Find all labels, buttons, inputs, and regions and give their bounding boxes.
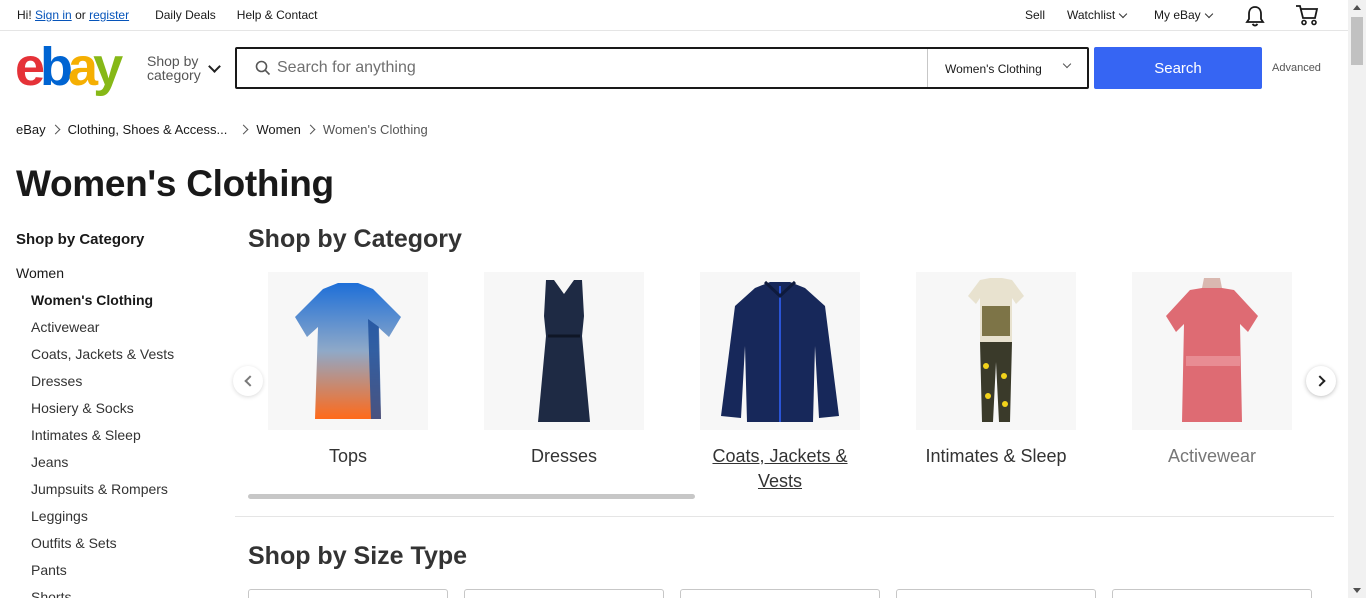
category-card-dresses[interactable]: Dresses [479,272,649,469]
chevron-down-icon [1062,59,1072,69]
shop-by-label: Shop by [147,53,199,69]
shop-by-size-type-title: Shop by Size Type [248,542,468,570]
category-select-value: Women's Clothing [945,62,1042,76]
breadcrumb-item-women[interactable]: Women [256,122,301,137]
breadcrumb-item-ebay[interactable]: eBay [16,122,46,137]
category-label-tops: Tops [328,446,368,466]
sidebar-item-jeans[interactable]: Jeans [31,454,216,481]
page-title: Women's Clothing [16,163,334,204]
my-ebay-label: My eBay [1154,8,1201,22]
top-icon [1132,272,1292,430]
sidebar-list: Women's Clothing Activewear Coats, Jacke… [16,292,216,598]
tshirt-icon [268,272,428,430]
greeting-text: Hi! [17,8,32,22]
sidebar-item-coats-jackets-vests[interactable]: Coats, Jackets & Vests [31,346,216,373]
category-card-coats-jackets-vests[interactable]: Coats, Jackets & Vests [695,272,865,494]
category-select[interactable]: Women's Clothing [927,49,1087,87]
jacket-icon [700,272,860,430]
sidebar-item-intimates-sleep[interactable]: Intimates & Sleep [31,427,216,454]
sidebar-item-womens-clothing: Women's Clothing [31,292,154,308]
chevron-down-icon [1204,9,1213,18]
sign-in-link[interactable]: Sign in [35,8,72,22]
topbar-left: Hi! Sign in or register Daily Deals Help… [17,8,318,22]
sidebar-heading: Shop by Category [16,231,145,248]
category-card-intimates-sleep[interactable]: Intimates & Sleep [911,272,1081,469]
section-divider [235,516,1334,517]
category-label-activewear: Activewear [1167,446,1257,466]
size-type-card[interactable] [1112,589,1312,598]
ebay-logo[interactable]: ebay [15,40,123,94]
search-button[interactable]: Search [1094,47,1262,89]
chevron-right-icon [50,124,61,135]
shop-by-category-title: Shop by Category [248,225,462,253]
watchlist-menu[interactable]: Watchlist [1067,8,1128,22]
chevron-left-icon [244,375,256,387]
cart-icon[interactable] [1295,4,1319,26]
scrollbar-thumb[interactable] [1351,17,1363,65]
shop-by-category-button[interactable]: Shop by category [147,54,201,82]
sidebar-item-jumpsuits-rompers[interactable]: Jumpsuits & Rompers [31,481,216,508]
sidebar-item-outfits-sets[interactable]: Outfits & Sets [31,535,216,562]
category-label-coats-jackets-vests: Coats, Jackets & Vests [712,446,848,491]
chevron-down-icon [1118,9,1128,18]
bell-icon[interactable] [1245,5,1265,27]
chevron-right-icon [305,124,316,135]
category-card-tops[interactable]: Tops [263,272,433,469]
chevron-down-icon [208,60,221,73]
sidebar-item-activewear[interactable]: Activewear [31,319,216,346]
or-text: or [75,8,86,22]
pajamas-icon [916,272,1076,430]
search-bar: Women's Clothing [235,47,1089,89]
breadcrumb-item-current: Women's Clothing [322,122,428,137]
carousel-scrollbar[interactable] [248,494,695,499]
top-utility-bar: Hi! Sign in or register Daily Deals Help… [0,0,1348,31]
carousel-next-button[interactable] [1306,366,1336,396]
sidebar-item-leggings[interactable]: Leggings [31,508,216,535]
my-ebay-menu[interactable]: My eBay [1154,8,1213,22]
dress-icon [484,272,644,430]
category-label-intimates-sleep: Intimates & Sleep [925,446,1067,466]
category-label-dresses: Dresses [530,446,597,466]
register-link[interactable]: register [89,8,129,22]
sidebar-item-dresses[interactable]: Dresses [31,373,216,400]
chevron-right-icon [1313,375,1326,387]
size-type-card[interactable] [896,589,1096,598]
advanced-search-link[interactable]: Advanced [1272,62,1321,74]
daily-deals-link[interactable]: Daily Deals [155,8,216,22]
sidebar-item-shorts[interactable]: Shorts [31,589,216,598]
sidebar-item-pants[interactable]: Pants [31,562,216,589]
scroll-up-icon[interactable] [1353,5,1361,10]
sell-link[interactable]: Sell [1025,8,1045,22]
breadcrumb-item-clothing[interactable]: Clothing, Shoes & Access... [68,122,228,137]
sidebar-item-women[interactable]: Women [16,265,216,281]
category-sidebar: Shop by Category Women Women's Clothing … [16,231,216,598]
help-contact-link[interactable]: Help & Contact [237,8,318,22]
watchlist-label: Watchlist [1067,8,1116,22]
category-carousel: Tops Dresses Coats, Jackets & Vests Inti… [248,272,1334,502]
search-icon [255,60,271,81]
size-type-card[interactable] [464,589,664,598]
chevron-right-icon [238,124,249,135]
page-scrollbar[interactable] [1348,0,1366,598]
carousel-prev-button[interactable] [233,366,263,396]
category-label: category [147,67,201,83]
size-type-card[interactable] [248,589,448,598]
search-input[interactable] [277,55,917,81]
scroll-down-icon[interactable] [1353,588,1361,593]
category-card-activewear[interactable]: Activewear [1127,272,1297,469]
breadcrumb: eBay Clothing, Shoes & Access... Women W… [16,122,428,137]
size-type-card[interactable] [680,589,880,598]
sidebar-item-hosiery-socks[interactable]: Hosiery & Socks [31,400,216,427]
